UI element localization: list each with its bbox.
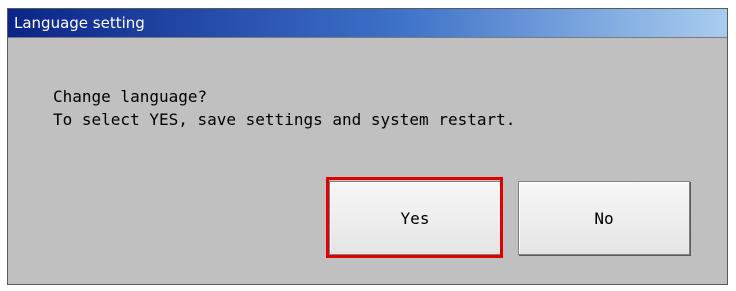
no-button-label: No <box>594 208 614 228</box>
yes-button[interactable]: Yes <box>329 181 501 255</box>
message-line-2: To select YES, save settings and system … <box>53 110 516 129</box>
yes-button-label: Yes <box>400 208 430 228</box>
dialog-message: Change language? To select YES, save set… <box>53 85 515 131</box>
no-button[interactable]: No <box>518 181 690 255</box>
language-setting-dialog: Language setting Change language? To sel… <box>7 8 728 285</box>
dialog-title: Language setting <box>14 14 145 32</box>
dialog-titlebar: Language setting <box>8 9 727 38</box>
message-line-1: Change language? <box>53 87 208 106</box>
